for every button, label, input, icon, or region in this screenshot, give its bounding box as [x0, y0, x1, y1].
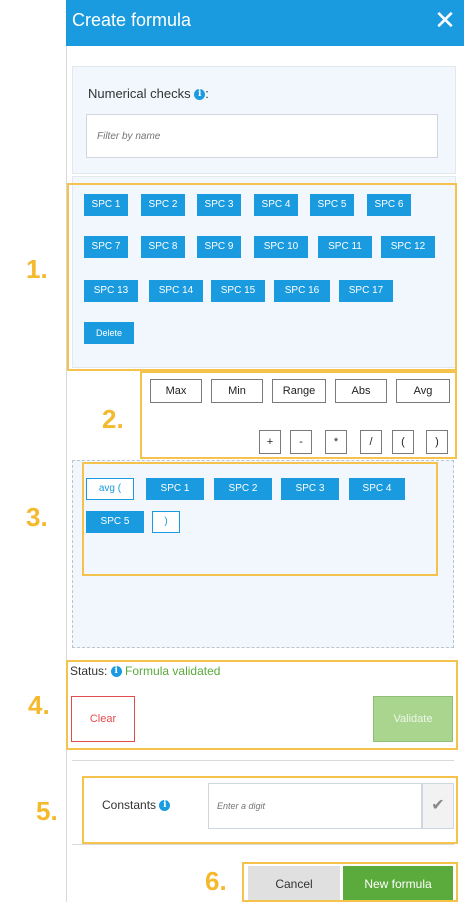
annotation-box-3 [82, 462, 438, 576]
divider [72, 844, 454, 845]
annotation-number-3: 3. [26, 502, 48, 532]
annotation-number-4: 4. [28, 690, 50, 720]
annotation-number-5: 5. [36, 796, 58, 826]
annotation-number-2: 2. [102, 404, 124, 434]
divider [72, 760, 454, 761]
filter-by-name-input[interactable] [86, 114, 438, 158]
annotation-box-2 [140, 371, 457, 459]
numerical-checks-label: Numerical checks i: [88, 86, 209, 101]
annotation-box-4 [66, 660, 458, 750]
annotation-number-6: 6. [205, 866, 227, 896]
close-icon[interactable]: ✕ [432, 7, 458, 34]
dialog-title: Create formula [72, 10, 192, 30]
annotation-box-6 [242, 862, 458, 902]
annotation-box-1 [67, 183, 457, 371]
info-icon[interactable]: i [194, 89, 206, 101]
annotation-box-5 [82, 776, 458, 844]
annotation-number-1: 1. [26, 254, 48, 284]
